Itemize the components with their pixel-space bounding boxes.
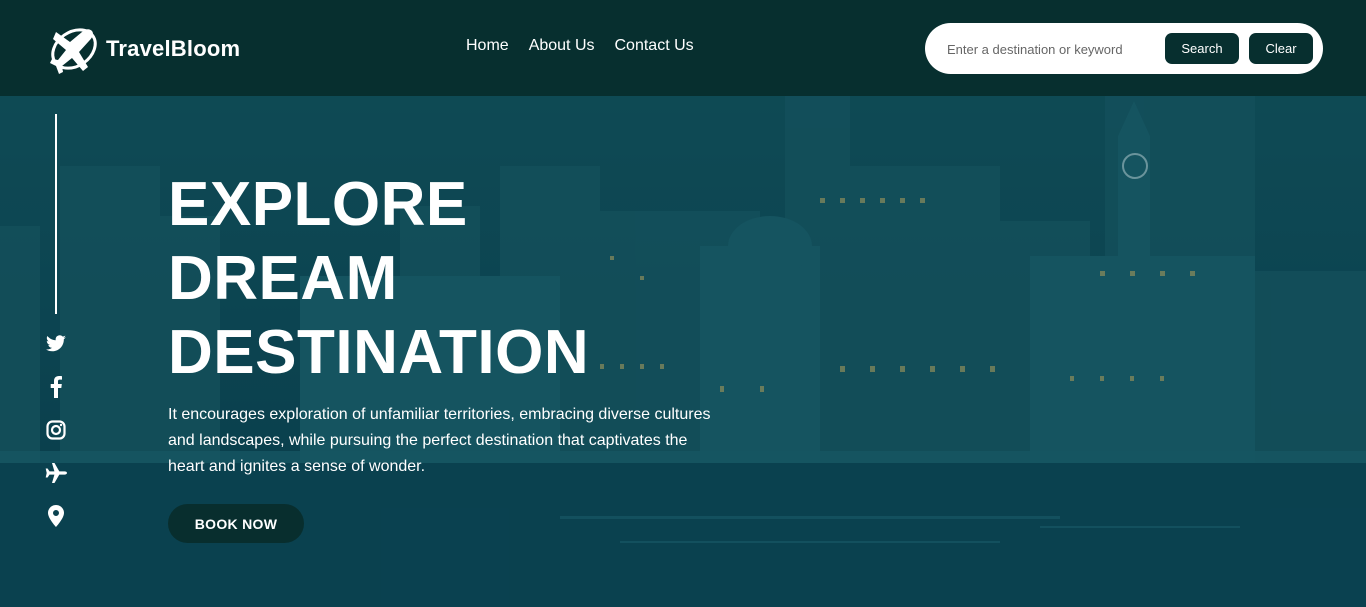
headline-line-2: DREAM xyxy=(168,244,398,313)
headline-line-3: DESTINATION xyxy=(168,318,590,387)
location-pin-icon[interactable] xyxy=(44,504,68,528)
nav-home-link[interactable]: Home xyxy=(466,37,509,55)
hero-headline: EXPLORE DREAM DESTINATION xyxy=(168,168,688,390)
top-navbar: TravelBloom Home About Us Contact Us Sea… xyxy=(0,0,1366,96)
book-now-button[interactable]: BOOK NOW xyxy=(168,504,304,543)
search-input[interactable] xyxy=(945,37,1169,61)
hero-description: It encourages exploration of unfamiliar … xyxy=(168,406,711,475)
facebook-icon[interactable] xyxy=(44,375,68,399)
nav-about-link[interactable]: About Us xyxy=(529,37,595,55)
side-divider xyxy=(55,114,57,314)
brand[interactable]: TravelBloom xyxy=(48,24,240,74)
main-nav: Home About Us Contact Us xyxy=(466,37,694,55)
hero-section: EXPLORE DREAM DESTINATION It encourages … xyxy=(0,96,1366,607)
clear-button[interactable]: Clear xyxy=(1249,33,1313,64)
headline-line-1: EXPLORE xyxy=(168,170,468,239)
instagram-icon[interactable] xyxy=(44,418,68,442)
airplane-logo-icon xyxy=(48,24,100,74)
brand-name: TravelBloom xyxy=(106,36,241,61)
twitter-icon[interactable] xyxy=(44,332,68,356)
search-button[interactable]: Search xyxy=(1165,33,1239,64)
airplane-icon[interactable] xyxy=(44,461,68,485)
nav-contact-link[interactable]: Contact Us xyxy=(615,37,694,55)
search-bar: Search Clear xyxy=(925,23,1323,74)
